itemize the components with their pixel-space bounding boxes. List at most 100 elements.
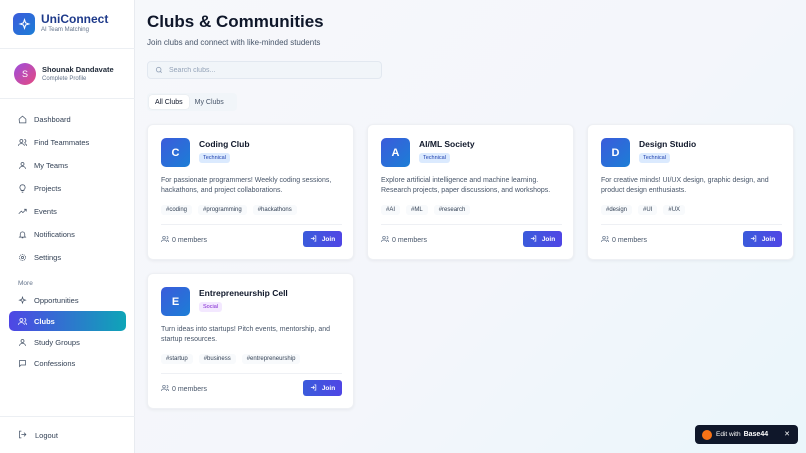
close-icon[interactable]: ✕ — [784, 430, 790, 438]
user-name: Shounak Dandavate — [42, 65, 114, 74]
tag[interactable]: #startup — [161, 354, 193, 364]
club-name: Coding Club — [199, 139, 250, 149]
login-icon — [530, 235, 537, 244]
users-icon — [161, 384, 169, 394]
category-badge: Technical — [639, 153, 670, 163]
sidebar-item-label: Events — [34, 206, 57, 216]
sidebar-item-dashboard[interactable]: Dashboard — [9, 109, 126, 129]
join-button[interactable]: Join — [303, 380, 342, 396]
club-name: AI/ML Society — [419, 139, 475, 149]
divider — [0, 416, 135, 417]
member-count-label: 0 members — [172, 385, 208, 393]
sidebar-item-label: My Teams — [34, 160, 69, 170]
member-count-label: 0 members — [392, 236, 428, 244]
login-icon — [310, 384, 317, 393]
tag[interactable]: #ML — [406, 205, 428, 215]
sparkle-icon — [18, 295, 27, 305]
sidebar-item-confessions[interactable]: Confessions — [9, 353, 126, 373]
member-count: 0 members — [161, 384, 207, 394]
divider — [0, 48, 135, 49]
tag[interactable]: #business — [198, 354, 236, 364]
join-label: Join — [761, 235, 776, 243]
users-icon — [18, 138, 27, 147]
sidebar-item-study-groups[interactable]: Study Groups — [9, 332, 126, 352]
section-label-more: More — [18, 280, 33, 287]
club-logo: C — [161, 138, 190, 167]
login-icon — [310, 235, 317, 244]
sidebar-item-events[interactable]: Events — [9, 201, 126, 221]
avatar: S — [14, 63, 36, 85]
logout-button[interactable]: Logout — [18, 430, 58, 441]
join-button[interactable]: Join — [303, 231, 342, 247]
member-count: 0 members — [381, 235, 427, 245]
tag[interactable]: #research — [433, 205, 471, 215]
home-icon — [18, 115, 27, 124]
tag[interactable]: #coding — [161, 205, 193, 215]
profile-status: Complete Profile — [42, 76, 87, 82]
gear-icon — [18, 253, 27, 262]
member-count-label: 0 members — [172, 236, 208, 244]
join-label: Join — [321, 235, 336, 243]
sidebar-item-find-teammates[interactable]: Find Teammates — [9, 132, 126, 152]
divider — [381, 224, 562, 225]
brand[interactable]: UniConnect AI Team Matching — [13, 13, 108, 35]
sidebar-item-projects[interactable]: Projects — [9, 178, 126, 198]
tag[interactable]: #UI — [638, 205, 658, 215]
sidebar-item-label: Confessions — [34, 358, 76, 368]
base44-logo-icon — [702, 429, 712, 440]
tab-all-clubs[interactable]: All Clubs — [149, 95, 189, 109]
club-tabs: All Clubs My Clubs — [147, 93, 237, 111]
sidebar-item-my-teams[interactable]: My Teams — [9, 155, 126, 175]
divider — [161, 224, 342, 225]
member-count: 0 members — [601, 235, 647, 245]
club-description: Turn ideas into startups! Pitch events, … — [161, 326, 330, 343]
sidebar-item-notifications[interactable]: Notifications — [9, 224, 126, 244]
tag[interactable]: #hackathons — [252, 205, 297, 215]
user-icon — [18, 161, 27, 170]
club-name: Design Studio — [639, 139, 697, 149]
tag[interactable]: #design — [601, 205, 633, 215]
users-icon — [161, 235, 169, 245]
users-icon — [18, 317, 27, 326]
sidebar-item-label: Find Teammates — [34, 137, 90, 147]
users-icon — [381, 235, 389, 245]
lightbulb-icon — [18, 183, 27, 193]
tag-list: #coding #programming #hackathons — [161, 205, 303, 215]
edit-with-base44-badge[interactable]: Edit with Base44 ✕ — [695, 425, 798, 444]
join-label: Join — [321, 384, 336, 392]
tab-my-clubs[interactable]: My Clubs — [189, 95, 230, 109]
sidebar-item-label: Dashboard — [34, 114, 71, 124]
user-profile[interactable]: S Shounak Dandavate Complete Profile — [14, 63, 114, 85]
tag[interactable]: #programming — [198, 205, 247, 215]
club-card: E Entrepreneurship Cell Social Turn idea… — [147, 273, 354, 409]
club-name: Entrepreneurship Cell — [199, 288, 288, 298]
search-bar[interactable] — [147, 61, 382, 79]
tag-list: #design #UI #UX — [601, 205, 691, 215]
club-description: Explore artificial intelligence and mach… — [381, 177, 551, 194]
tag[interactable]: #AI — [381, 205, 401, 215]
club-description: For passionate programmers! Weekly codin… — [161, 177, 332, 194]
sidebar-item-label: Opportunities — [34, 295, 79, 305]
club-logo: E — [161, 287, 190, 316]
join-label: Join — [541, 235, 556, 243]
club-card: D Design Studio Technical For creative m… — [587, 124, 794, 260]
message-icon — [18, 359, 27, 368]
user-icon — [18, 338, 27, 347]
tag-list: #AI #ML #research — [381, 205, 476, 215]
tag[interactable]: #entrepreneurship — [241, 354, 301, 364]
badge-prefix: Edit with — [716, 431, 741, 438]
sidebar-item-opportunities[interactable]: Opportunities — [9, 290, 126, 310]
app-name: UniConnect — [41, 12, 109, 26]
sparkle-logo-icon — [13, 13, 35, 35]
sidebar-item-label: Settings — [34, 252, 62, 262]
tag[interactable]: #UX — [663, 205, 686, 215]
app-tagline: AI Team Matching — [41, 27, 89, 33]
sidebar-item-settings[interactable]: Settings — [9, 247, 126, 267]
join-button[interactable]: Join — [743, 231, 782, 247]
join-button[interactable]: Join — [523, 231, 562, 247]
divider — [161, 373, 342, 374]
sidebar-item-label: Notifications — [34, 229, 75, 239]
sidebar-item-clubs[interactable]: Clubs — [9, 311, 126, 331]
search-input[interactable] — [169, 66, 369, 74]
sidebar-item-label: Clubs — [34, 316, 55, 326]
